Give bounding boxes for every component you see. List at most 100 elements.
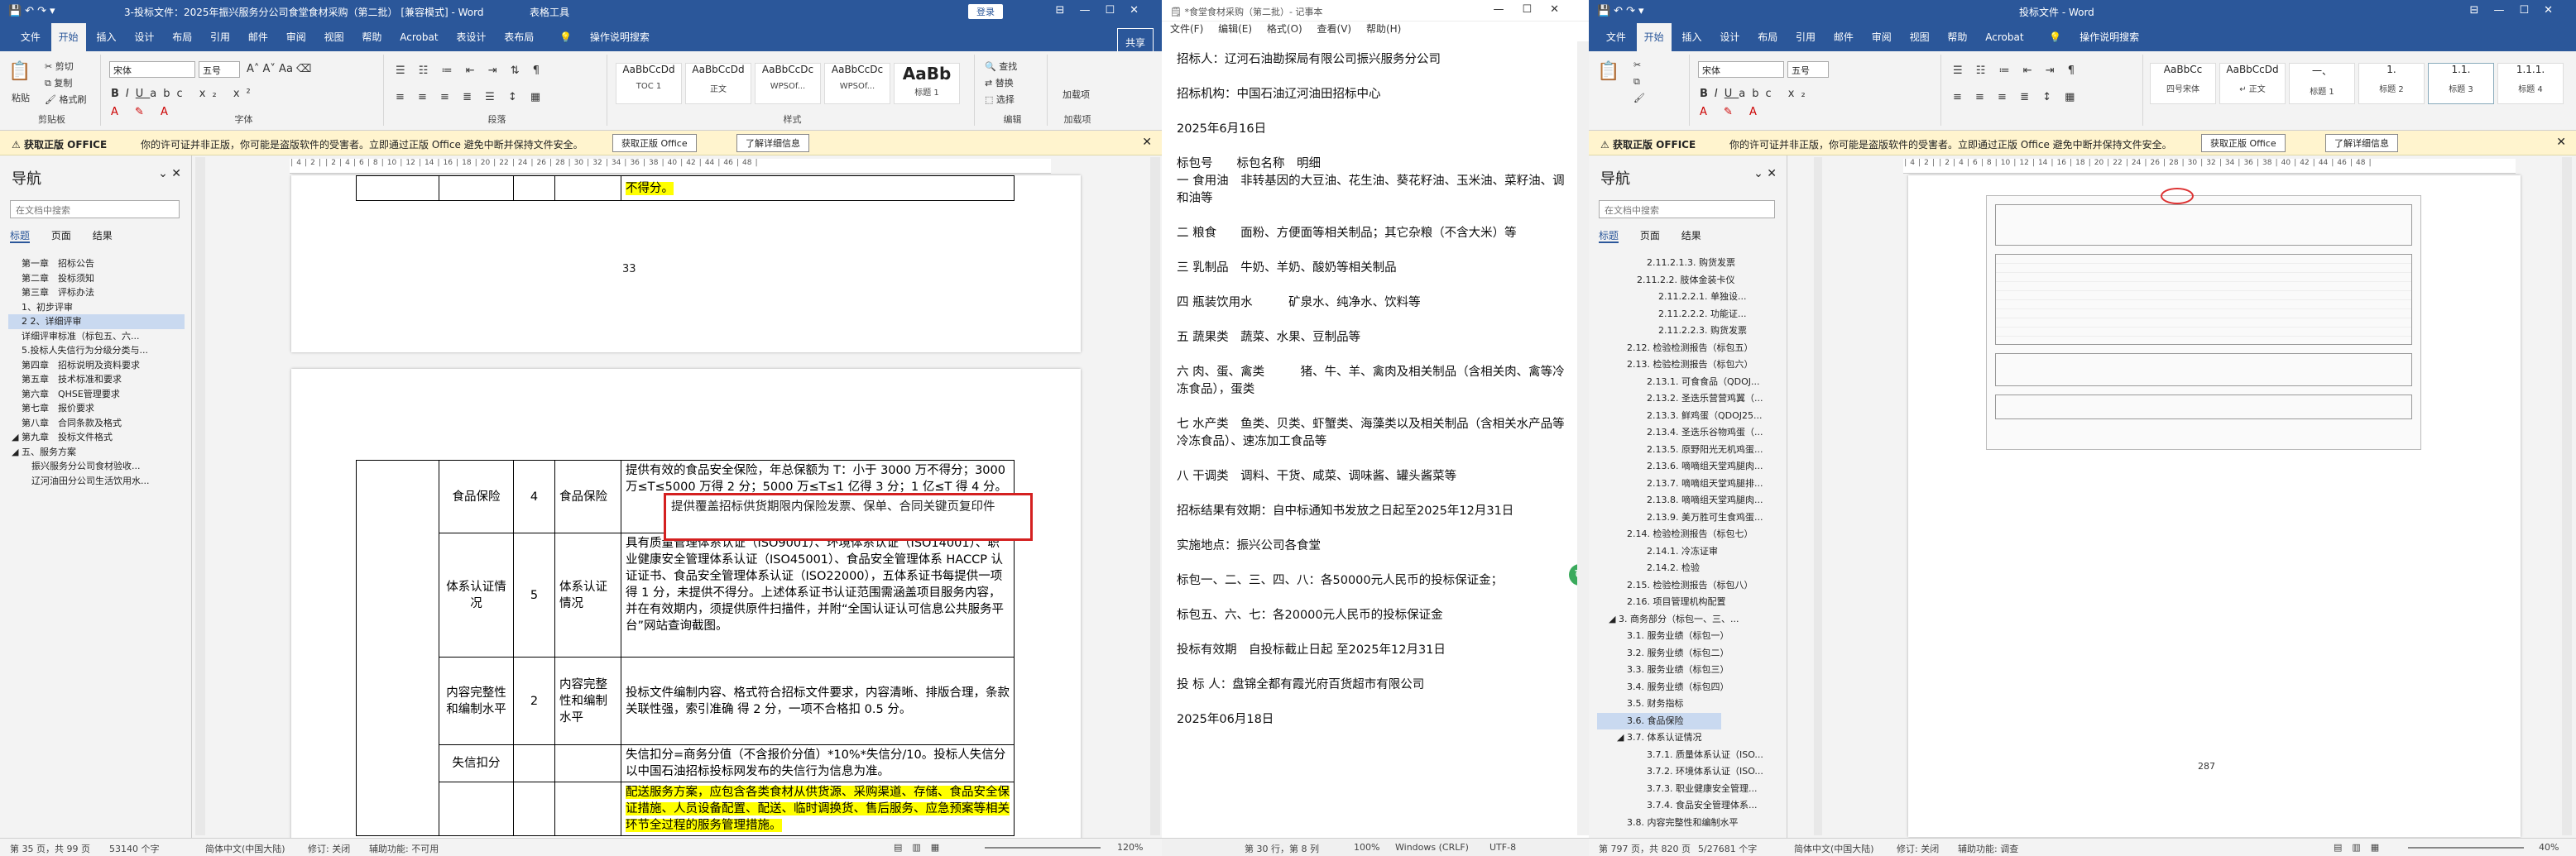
status-page[interactable]: 第 797 页，共 820 页 xyxy=(1599,842,1691,855)
tell-me-search[interactable]: 💡 操作说明搜索 xyxy=(2034,23,2154,51)
menu-edit[interactable]: 编辑(E) xyxy=(1218,23,1252,35)
status-language[interactable]: 简体中文(中国大陆) xyxy=(205,842,285,855)
menu-file[interactable]: 文件(F) xyxy=(1170,23,1203,35)
style-toc1[interactable]: AaBbCcDd TOC 1 xyxy=(616,63,682,104)
tab-file[interactable]: 文件 xyxy=(13,23,48,51)
status-page[interactable]: 第 35 页，共 99 页 xyxy=(10,842,90,855)
window-controls[interactable]: —☐✕ xyxy=(1493,3,1577,16)
nav-search-input[interactable]: 在文档中搜索 xyxy=(10,200,180,218)
font-family-select[interactable]: 宋体 xyxy=(1698,61,1784,78)
nav-item[interactable]: 2.16. 项目管理机构配置 xyxy=(1597,594,1780,611)
tab-table-design[interactable]: 表设计 xyxy=(449,23,493,51)
nav-item-selected[interactable]: 3.6. 食品保险 xyxy=(1597,712,1721,729)
status-zoom[interactable]: 40% xyxy=(2539,842,2559,853)
list-buttons[interactable]: ☰ ☷ ≔ ⇤ ⇥ ⇅ ¶ xyxy=(396,65,544,77)
nav-item[interactable]: 2.13.3. 鲜鸡蛋（QDOJ25... xyxy=(1597,408,1780,425)
font-color-buttons[interactable]: A ✎ A xyxy=(1700,106,1763,118)
paste-icon[interactable]: 📋 xyxy=(1597,61,1619,82)
font-size-select[interactable]: 五号 xyxy=(1787,61,1829,78)
paste-button[interactable]: 粘贴 xyxy=(12,91,30,104)
window-controls[interactable]: ⊟—☐✕ xyxy=(1056,4,1154,17)
nav-item[interactable]: 2.11.2.2.1. 单独设... xyxy=(1597,289,1780,306)
select-button[interactable]: ⬚ 选择 xyxy=(985,93,1015,106)
nav-item[interactable]: 3.8. 内容完整性和编制水平 xyxy=(1597,815,1780,832)
status-zoom[interactable]: 120% xyxy=(1117,842,1143,853)
nav-tab-pages[interactable]: 页面 xyxy=(51,230,71,241)
learn-more-button[interactable]: 了解详细信息 xyxy=(2325,134,2398,152)
status-language[interactable]: 简体中文(中国大陆) xyxy=(1794,842,1874,855)
login-button[interactable]: 登录 xyxy=(968,4,1003,19)
nav-tab-results[interactable]: 结果 xyxy=(1681,230,1701,241)
nav-item[interactable]: 第一章 招标公告 xyxy=(8,256,185,271)
status-track[interactable]: 修订: 关闭 xyxy=(1897,842,1939,855)
nav-item[interactable]: 3.1. 服务业绩（标包一） xyxy=(1597,628,1780,645)
style-normal[interactable]: AaBbCcDd 正文 xyxy=(685,63,751,104)
format-painter-button[interactable]: 🖌 格式刷 xyxy=(45,93,86,106)
nav-item[interactable]: 3.7.1. 质量体系认证（ISO... xyxy=(1597,747,1780,764)
tab-acrobat[interactable]: Acrobat xyxy=(392,23,445,51)
learn-more-button[interactable]: 了解详细信息 xyxy=(736,134,809,152)
style-wps-2[interactable]: AaBbCcDc WPSOf... xyxy=(824,63,890,104)
cut-button[interactable]: ✂ 剪切 xyxy=(45,60,74,73)
nav-tab-pages[interactable]: 页面 xyxy=(1640,230,1660,241)
font-format-buttons[interactable]: BIUabc x₂ xyxy=(1700,88,1812,100)
notepad-text-area[interactable]: 招标人：辽河石油勘探局有限公司振兴服务分公司 招标机构：中国石油辽河油田招标中心… xyxy=(1177,51,1572,746)
nav-item-selected[interactable]: 2 2、详细评审 xyxy=(8,314,185,329)
nav-item[interactable]: 2.14.1. 冷冻证审 xyxy=(1597,543,1780,561)
tab-home[interactable]: 开始 xyxy=(50,23,86,51)
window-controls[interactable]: ⊟—☐✕ xyxy=(2470,4,2568,17)
nav-item[interactable]: 2.12. 检验检测报告（标包五） xyxy=(1597,340,1780,357)
brush-icon[interactable]: 🖌 xyxy=(1633,93,1645,103)
nav-item[interactable]: 第六章 QHSE管理要求 xyxy=(8,387,185,402)
tab-view[interactable]: 视图 xyxy=(1902,23,1937,51)
nav-item[interactable]: 2.13.7. 嘀嘀组天堂鸡腿排... xyxy=(1597,476,1780,493)
status-track[interactable]: 修订: 关闭 xyxy=(308,842,350,855)
nav-item[interactable]: 2.14. 检验检测报告（标包七） xyxy=(1597,526,1780,543)
get-genuine-button[interactable]: 获取正版 Office xyxy=(612,134,697,152)
nav-item[interactable]: ◢ 3.7. 体系认证情况 xyxy=(1597,729,1780,747)
list-buttons[interactable]: ☰ ☷ ≔ ⇤ ⇥ ¶ xyxy=(1953,65,2080,77)
nav-tab-headings[interactable]: 标题 xyxy=(10,230,31,243)
nav-item[interactable]: ◢ 3. 商务部分（标包一、三、... xyxy=(1597,611,1780,629)
tab-layout[interactable]: 布局 xyxy=(165,23,199,51)
nav-item[interactable]: 2.13.8. 嘀嘀组天堂鸡腿肉... xyxy=(1597,492,1780,509)
view-buttons[interactable]: ▤▥▦ xyxy=(2334,842,2389,853)
nav-item[interactable]: 第四章 招标说明及资料要求 xyxy=(8,358,185,373)
menu-view[interactable]: 查看(V) xyxy=(1317,23,1352,35)
nav-search-input[interactable]: 在文档中搜索 xyxy=(1599,200,1775,218)
style-item[interactable]: 一、 标题 1 xyxy=(2289,63,2355,104)
cut-icon[interactable]: ✂ xyxy=(1633,60,1641,70)
tab-review[interactable]: 审阅 xyxy=(279,23,314,51)
tab-mailings[interactable]: 邮件 xyxy=(241,23,276,51)
status-words[interactable]: 53140 个字 xyxy=(109,842,160,855)
nav-item[interactable]: 2.11.2.2.3. 购货发票 xyxy=(1597,323,1780,340)
quick-access-toolbar[interactable]: 💾↶↷▾ xyxy=(8,5,59,17)
nav-item[interactable]: 2.11.2.2. 肢体金装卡仪 xyxy=(1597,272,1780,289)
menu-format[interactable]: 格式(O) xyxy=(1267,23,1302,35)
tab-insert[interactable]: 插入 xyxy=(89,23,124,51)
style-item[interactable]: 1. 标题 2 xyxy=(2358,63,2425,104)
view-buttons[interactable]: ▤▥▦ xyxy=(894,842,949,853)
align-buttons[interactable]: ≡ ≡ ≡ ≣ ↕ ▦ xyxy=(1953,91,2080,103)
nav-item[interactable]: 详细评审标准（标包五、六... xyxy=(8,329,185,344)
font-format-buttons[interactable]: BIUabc x₂ x² xyxy=(111,88,257,100)
tab-file[interactable]: 文件 xyxy=(1599,23,1633,51)
nav-item[interactable]: 2.13. 检验检测报告（标包六） xyxy=(1597,356,1780,374)
close-icon[interactable]: ✕ xyxy=(2556,136,2566,149)
tell-me-search[interactable]: 💡 操作说明搜索 xyxy=(544,23,664,51)
tab-review[interactable]: 审阅 xyxy=(1864,23,1899,51)
nav-item[interactable]: 第二章 投标须知 xyxy=(8,271,185,286)
nav-close-icon[interactable]: ⌄ ✕ xyxy=(158,167,181,180)
nav-item[interactable]: 3.2. 服务业绩（标包二） xyxy=(1597,645,1780,662)
nav-item[interactable]: 2.13.1. 可食食品（QDOJ... xyxy=(1597,374,1780,391)
style-item[interactable]: AaBbCc 四号宋体 xyxy=(2150,63,2216,104)
tab-acrobat[interactable]: Acrobat xyxy=(1978,23,2031,51)
style-item[interactable]: 1.1.1. 标题 4 xyxy=(2497,63,2564,104)
tab-design[interactable]: 设计 xyxy=(1712,23,1747,51)
nav-item[interactable]: 第七章 报价要求 xyxy=(8,401,185,416)
collapse-icon[interactable]: ◢ xyxy=(1617,732,1627,743)
font-size-select[interactable]: 五号 xyxy=(199,61,240,78)
tab-help[interactable]: 帮助 xyxy=(1940,23,1974,51)
tab-layout[interactable]: 布局 xyxy=(1750,23,1785,51)
nav-item[interactable]: 第三章 评标办法 xyxy=(8,285,185,300)
